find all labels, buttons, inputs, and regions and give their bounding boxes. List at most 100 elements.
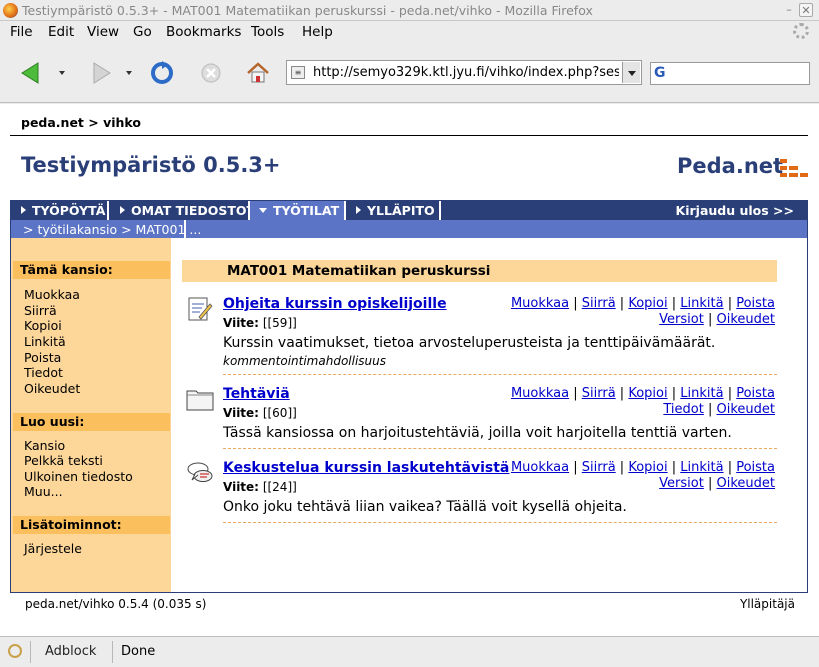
reload-icon[interactable] (148, 59, 176, 87)
item-actions: Muokkaa | Siirrä | Kopioi | Linkitä | Po… (510, 386, 776, 417)
tab-arrow-icon (120, 206, 125, 214)
site-title: Testiympäristö 0.5.3+ (21, 153, 281, 177)
url-text[interactable]: http://semyo329k.ktl.jyu.fi/vihko/index.… (313, 65, 619, 80)
sidebar: Tämä kansio: Muokkaa Siirrä Kopioi Linki… (11, 238, 171, 592)
sidebar-heading-this-folder: Tämä kansio: (13, 261, 170, 279)
logo-blocks-icon (780, 159, 808, 177)
action-kopioi[interactable]: Kopioi (628, 296, 667, 311)
action-muokkaa[interactable]: Muokkaa (511, 386, 569, 401)
menu-tools[interactable]: Tools (251, 24, 284, 40)
peda-net-logo[interactable]: Peda.net (677, 154, 808, 178)
tab-bar: TYÖPÖYTÄ OMAT TIEDOSTOT TYÖTILAT YLLÄPIT… (11, 201, 807, 220)
item-divider (223, 448, 777, 449)
item-title-link[interactable]: Tehtäviä (223, 386, 290, 402)
action-kopioi[interactable]: Kopioi (628, 386, 667, 401)
menu-edit[interactable]: Edit (48, 24, 74, 40)
tab-tyotilat[interactable]: TYÖTILAT (250, 201, 344, 220)
adblock-button[interactable]: Adblock (45, 644, 96, 659)
sidebar-item-linkita[interactable]: Linkitä (24, 334, 66, 349)
sidebar-item-oikeudet[interactable]: Oikeudet (24, 381, 80, 396)
item-divider (223, 522, 777, 523)
top-breadcrumb: peda.net > vihko (21, 115, 141, 130)
action-tiedot[interactable]: Tiedot (663, 402, 703, 417)
sidebar-item-muokkaa[interactable]: Muokkaa (24, 287, 80, 302)
menu-file[interactable]: File (10, 24, 33, 40)
sidebar-item-pelkka-teksti[interactable]: Pelkkä teksti (24, 453, 103, 468)
sidebar-item-ulkoinen-tiedosto[interactable]: Ulkoinen tiedosto (24, 469, 133, 484)
footer-user: Ylläpitäjä (739, 597, 795, 611)
action-siirra[interactable]: Siirrä (582, 296, 616, 311)
item-description: Onko joku tehtävä liian vaikea? Täällä v… (223, 499, 627, 515)
action-poista[interactable]: Poista (736, 386, 775, 401)
action-versiot[interactable]: Versiot (659, 476, 704, 491)
item-description: Tässä kansiossa on harjoitustehtäviä, jo… (223, 425, 732, 441)
sidebar-item-kopioi[interactable]: Kopioi (24, 318, 62, 333)
sidebar-item-siirra[interactable]: Siirrä (24, 303, 57, 318)
sidebar-item-poista[interactable]: Poista (24, 350, 61, 365)
action-linkita[interactable]: Linkitä (680, 386, 723, 401)
menu-help[interactable]: Help (302, 24, 333, 40)
action-siirra[interactable]: Siirrä (582, 386, 616, 401)
sidebar-item-kansio[interactable]: Kansio (24, 438, 65, 453)
item-actions: Muokkaa | Siirrä | Kopioi | Linkitä | Po… (510, 296, 776, 327)
menu-bookmarks[interactable]: Bookmarks (166, 24, 241, 40)
item-divider (223, 374, 777, 375)
web-page: peda.net > vihko Testiympäristö 0.5.3+ P… (0, 104, 819, 636)
item-title-link[interactable]: Keskustelua kurssin laskutehtävistä (223, 460, 509, 476)
logo-text: Peda.net (677, 154, 784, 178)
action-siirra[interactable]: Siirrä (582, 460, 616, 475)
path-bar: > työtilakansio > MAT001 ... (11, 220, 807, 238)
tab-tyopoyta[interactable]: TYÖPÖYTÄ (21, 201, 105, 220)
status-bar: Adblock Done (0, 636, 819, 667)
minimize-button[interactable]: – (782, 3, 796, 17)
close-window-button[interactable]: ✕ (799, 3, 813, 17)
action-linkita[interactable]: Linkitä (680, 460, 723, 475)
document-edit-icon[interactable] (186, 296, 214, 322)
window-title: Testiympäristö 0.5.3+ - MAT001 Matematii… (22, 3, 593, 18)
action-muokkaa[interactable]: Muokkaa (511, 296, 569, 311)
item-actions: Muokkaa | Siirrä | Kopioi | Linkitä | Po… (510, 460, 776, 491)
throbber-icon (793, 23, 809, 39)
action-muokkaa[interactable]: Muokkaa (511, 460, 569, 475)
footer-version: peda.net/vihko 0.5.4 (0.035 s) (25, 597, 207, 611)
search-field[interactable]: G (650, 62, 810, 85)
action-poista[interactable]: Poista (736, 296, 775, 311)
menu-view[interactable]: View (87, 24, 119, 40)
item-reference: Viite: [[59]] (223, 316, 297, 330)
tab-arrow-down-icon (259, 208, 267, 213)
back-history-dropdown-icon[interactable] (59, 71, 65, 75)
tab-omat-tiedostot[interactable]: OMAT TIEDOSTOT (120, 201, 255, 220)
sidebar-item-tiedot[interactable]: Tiedot (24, 365, 63, 380)
navigation-toolbar: ≡ http://semyo329k.ktl.jyu.fi/vihko/inde… (0, 43, 819, 103)
home-icon[interactable] (244, 59, 272, 87)
sidebar-item-jarjestele[interactable]: Järjestele (24, 541, 82, 556)
discussion-icon[interactable] (186, 460, 214, 486)
action-poista[interactable]: Poista (736, 460, 775, 475)
url-history-dropdown-button[interactable] (622, 62, 640, 83)
logout-link[interactable]: Kirjaudu ulos >> (676, 201, 794, 220)
back-arrow-icon[interactable] (18, 59, 46, 87)
action-linkita[interactable]: Linkitä (680, 296, 723, 311)
tab-yllapito[interactable]: YLLÄPITO (356, 201, 435, 220)
status-text: Done (121, 644, 156, 659)
action-kopioi[interactable]: Kopioi (628, 460, 667, 475)
item-title-link[interactable]: Ohjeita kurssin opiskelijoille (223, 296, 447, 312)
item-note: kommentointimahdollisuus (223, 354, 387, 368)
header-divider (10, 135, 808, 136)
security-lock-icon[interactable] (8, 644, 22, 658)
url-bar[interactable]: ≡ http://semyo329k.ktl.jyu.fi/vihko/inde… (286, 60, 642, 85)
action-oikeudet[interactable]: Oikeudet (717, 476, 776, 491)
firefox-icon (3, 3, 18, 18)
stop-icon[interactable] (197, 59, 225, 87)
google-search-engine-icon[interactable]: G (654, 65, 666, 81)
action-oikeudet[interactable]: Oikeudet (717, 312, 776, 327)
forward-history-dropdown-icon[interactable] (126, 71, 132, 75)
folder-icon[interactable] (186, 386, 214, 412)
tab-arrow-icon (356, 206, 361, 214)
menu-go[interactable]: Go (133, 24, 152, 40)
sidebar-item-muu[interactable]: Muu... (24, 484, 63, 499)
folder-path[interactable]: > työtilakansio > MAT001 ... (23, 222, 201, 237)
action-versiot[interactable]: Versiot (659, 312, 704, 327)
action-oikeudet[interactable]: Oikeudet (717, 402, 776, 417)
forward-arrow-icon[interactable] (86, 59, 114, 87)
